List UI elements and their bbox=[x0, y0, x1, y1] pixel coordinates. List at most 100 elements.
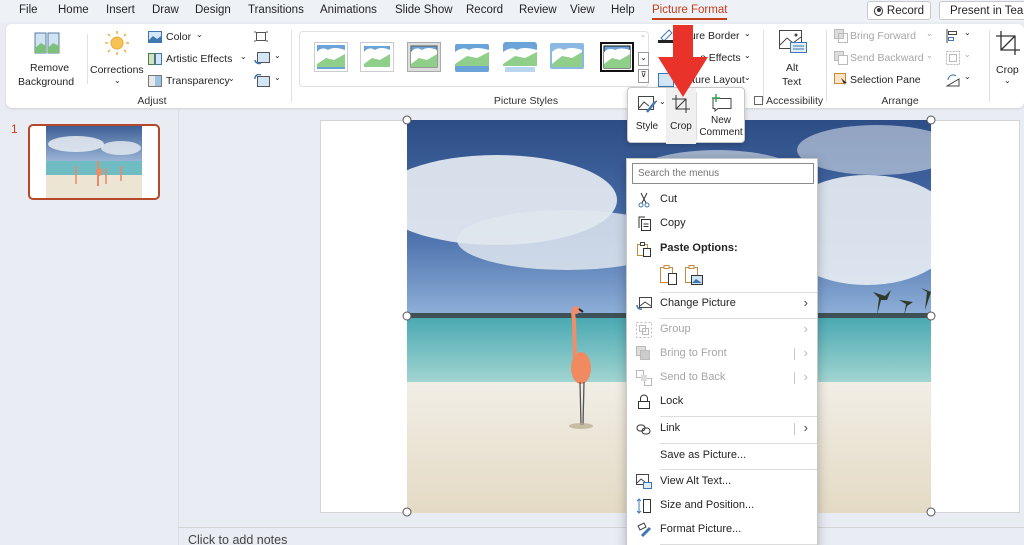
picture-style-7[interactable] bbox=[600, 42, 634, 72]
menu-item-label: Paste Options: bbox=[660, 242, 738, 254]
corrections-sun-icon bbox=[105, 31, 129, 55]
tab-draw[interactable]: Draw bbox=[152, 4, 179, 16]
tab-design[interactable]: Design bbox=[195, 4, 231, 16]
chevron-down-icon: ⌄ bbox=[228, 74, 235, 83]
tab-file[interactable]: File bbox=[19, 4, 38, 16]
alt-text-button[interactable]: Alt Text bbox=[774, 28, 812, 90]
gallery-more-button[interactable]: ⊽ bbox=[638, 69, 649, 83]
resize-handle-bottom-right[interactable] bbox=[926, 507, 936, 517]
slide-thumbnail[interactable] bbox=[28, 124, 160, 200]
tab-view[interactable]: View bbox=[570, 4, 595, 16]
menu-item-lock[interactable]: Lock bbox=[627, 391, 817, 413]
red-annotation-arrow-icon bbox=[658, 25, 708, 97]
resize-handle-right[interactable] bbox=[926, 311, 936, 321]
copy-icon bbox=[638, 216, 651, 231]
paste-as-picture-icon[interactable] bbox=[685, 265, 703, 285]
align-icon[interactable] bbox=[946, 29, 960, 43]
menu-item-change-picture[interactable]: Change Picture › bbox=[627, 293, 817, 315]
chevron-right-icon: › bbox=[803, 321, 808, 336]
chevron-down-icon: ⌄ bbox=[114, 76, 121, 85]
menu-item-view-alt-text[interactable]: View Alt Text... bbox=[627, 471, 817, 493]
slide-number: 1 bbox=[11, 122, 18, 136]
tab-picture-format[interactable]: Picture Format bbox=[652, 4, 728, 20]
menu-item-label: Change Picture bbox=[660, 297, 736, 309]
reset-picture-icon[interactable] bbox=[254, 74, 270, 87]
chevron-down-icon: ⌄ bbox=[274, 51, 281, 60]
picture-style-4[interactable] bbox=[455, 42, 489, 72]
remove-background-label-2: Background bbox=[18, 76, 75, 88]
tab-insert[interactable]: Insert bbox=[106, 4, 135, 16]
record-button-label: Record bbox=[886, 4, 924, 17]
crop-mini-label: Crop bbox=[670, 121, 692, 132]
menu-item-label: Bring to Front bbox=[660, 347, 727, 359]
tab-help[interactable]: Help bbox=[611, 4, 635, 16]
alt-text-label-2: Text bbox=[782, 76, 802, 88]
transparency-icon bbox=[148, 75, 162, 87]
compress-pictures-icon[interactable] bbox=[254, 30, 268, 43]
corrections-button[interactable]: Corrections ⌄ bbox=[90, 28, 148, 90]
gallery-scroll-down[interactable]: ⌄ bbox=[638, 52, 649, 66]
separator bbox=[87, 34, 88, 84]
transparency-button[interactable]: Transparency ⌄ bbox=[148, 74, 248, 90]
selection-pane-button[interactable]: Selection Pane bbox=[834, 73, 934, 89]
rotate-icon[interactable] bbox=[946, 73, 960, 87]
picture-style-6[interactable] bbox=[550, 42, 584, 72]
menu-item-copy[interactable]: Copy bbox=[627, 213, 817, 235]
resize-handle-left[interactable] bbox=[402, 311, 412, 321]
artistic-effects-icon bbox=[148, 53, 162, 65]
gallery-scroll-up[interactable]: ⌃ bbox=[638, 34, 648, 48]
change-picture-icon[interactable] bbox=[254, 52, 270, 65]
picture-style-3[interactable] bbox=[407, 42, 441, 72]
notes-placeholder[interactable]: Click to add notes bbox=[188, 533, 287, 545]
tab-record[interactable]: Record bbox=[466, 4, 503, 16]
new-comment-label-1: New bbox=[710, 115, 731, 126]
resize-handle-bottom-left[interactable] bbox=[402, 507, 412, 517]
picture-style-5[interactable] bbox=[503, 42, 537, 72]
present-in-teams-button[interactable]: Present in Teams bbox=[939, 1, 1024, 20]
tab-transitions[interactable]: Transitions bbox=[248, 4, 304, 16]
alt-text-icon bbox=[636, 474, 652, 489]
artistic-effects-button[interactable]: Artistic Effects ⌄ bbox=[148, 52, 248, 68]
tab-animations[interactable]: Animations bbox=[320, 4, 377, 16]
paste-icon bbox=[637, 242, 651, 257]
picture-styles-dialog-launcher-icon[interactable] bbox=[754, 96, 763, 105]
picture-style-2[interactable] bbox=[360, 42, 394, 72]
new-comment-label-2: Comment bbox=[699, 127, 743, 138]
send-back-icon bbox=[636, 370, 652, 386]
size-position-icon bbox=[636, 498, 651, 514]
chevron-down-icon: ⌄ bbox=[196, 30, 203, 39]
lock-icon bbox=[638, 394, 650, 409]
resize-handle-top-left[interactable] bbox=[402, 115, 412, 125]
menu-separator bbox=[660, 469, 817, 470]
remove-background-button[interactable]: Remove Background bbox=[12, 28, 82, 90]
menu-item-cut[interactable]: Cut bbox=[627, 189, 817, 211]
tab-home[interactable]: Home bbox=[58, 4, 89, 16]
picture-style-1[interactable] bbox=[314, 42, 348, 72]
tab-review[interactable]: Review bbox=[519, 4, 557, 16]
bring-forward-button: Bring Forward ⌄ bbox=[834, 29, 934, 45]
bring-front-icon bbox=[636, 346, 650, 360]
menu-item-size-and-position[interactable]: Size and Position... bbox=[627, 495, 817, 517]
menu-item-label: Send to Back bbox=[660, 371, 726, 383]
paste-keep-source-icon[interactable] bbox=[660, 265, 678, 285]
menu-item-group: Group › bbox=[627, 319, 817, 341]
separator bbox=[826, 30, 827, 102]
format-picture-icon bbox=[637, 522, 652, 538]
record-button[interactable]: Record bbox=[867, 1, 931, 20]
menu-item-format-picture[interactable]: Format Picture... bbox=[627, 519, 817, 541]
tab-slide-show[interactable]: Slide Show bbox=[395, 4, 453, 16]
chevron-right-icon: › bbox=[803, 420, 808, 435]
bring-forward-icon bbox=[834, 29, 848, 43]
menu-item-save-as-picture[interactable]: Save as Picture... bbox=[627, 445, 817, 467]
alt-text-label-1: Alt bbox=[786, 62, 799, 74]
crop-button[interactable]: Crop ⌄ bbox=[992, 28, 1024, 90]
search-menus-input[interactable] bbox=[632, 163, 814, 184]
color-button[interactable]: Color ⌄ bbox=[148, 30, 208, 46]
corrections-label: Corrections bbox=[90, 64, 144, 76]
new-comment-icon bbox=[712, 94, 732, 112]
resize-handle-top-right[interactable] bbox=[926, 115, 936, 125]
menu-item-link[interactable]: Link › bbox=[627, 418, 817, 440]
chevron-down-icon: ⌄ bbox=[964, 28, 971, 37]
separator bbox=[291, 30, 292, 102]
menu-separator bbox=[660, 416, 817, 417]
